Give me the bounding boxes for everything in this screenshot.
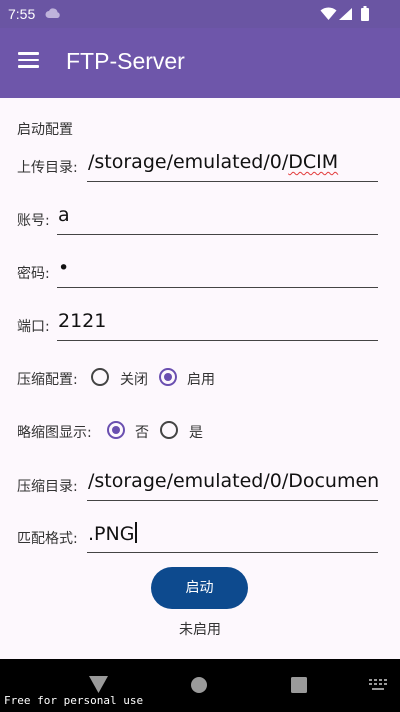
password-label: 密码: [17, 266, 50, 282]
battery-icon [361, 6, 369, 21]
compress-on-radio[interactable] [159, 368, 177, 386]
cell-signal-icon [339, 8, 352, 20]
thumbnail-display-label: 略缩图显示: [17, 425, 92, 441]
navigation-bar: Free for personal use [0, 659, 400, 712]
match-format-value: .PNG [88, 523, 135, 545]
port-input[interactable]: 2121 [57, 310, 378, 341]
home-icon[interactable] [191, 677, 207, 693]
match-format-input[interactable]: .PNG [87, 522, 378, 553]
compress-off-label[interactable]: 关闭 [120, 369, 148, 389]
account-input[interactable]: a [57, 204, 378, 235]
section-title: 启动配置 [17, 122, 73, 138]
recents-icon[interactable] [291, 677, 307, 693]
status-time: 7:55 [8, 6, 36, 22]
text-cursor [135, 522, 137, 543]
upload-dir-word: DCIM [288, 151, 339, 173]
app-bar: FTP-Server [0, 28, 400, 98]
start-button[interactable]: 启动 [151, 567, 248, 609]
back-icon[interactable] [89, 676, 108, 693]
compress-on-label[interactable]: 启用 [187, 369, 215, 389]
compress-dir-input[interactable]: /storage/emulated/0/Documents [87, 470, 378, 501]
app-title: FTP-Server [66, 48, 185, 74]
upload-dir-label: 上传目录: [17, 160, 78, 176]
menu-icon[interactable] [14, 48, 44, 78]
thumbnail-no-radio[interactable] [107, 421, 125, 439]
cloud-sync-icon [45, 8, 60, 18]
port-label: 端口: [17, 319, 50, 335]
password-input[interactable]: • [57, 257, 378, 288]
server-status: 未启用 [179, 622, 221, 638]
match-format-label: 匹配格式: [17, 531, 78, 547]
account-label: 账号: [17, 213, 50, 229]
thumbnail-yes-label[interactable]: 是 [189, 422, 203, 442]
upload-dir-input[interactable]: /storage/emulated/0/DCIM [87, 151, 378, 182]
compress-config-label: 压缩配置: [17, 372, 78, 388]
wifi-icon [320, 7, 337, 20]
keyboard-icon[interactable] [369, 679, 387, 691]
thumbnail-no-label[interactable]: 否 [135, 422, 149, 442]
watermark: Free for personal use [4, 694, 144, 707]
compress-dir-label: 压缩目录: [17, 479, 78, 495]
status-bar: 7:55 [0, 0, 400, 28]
compress-off-radio[interactable] [91, 368, 109, 386]
thumbnail-yes-radio[interactable] [160, 421, 178, 439]
upload-dir-prefix: /storage/emulated/0/ [88, 151, 289, 173]
